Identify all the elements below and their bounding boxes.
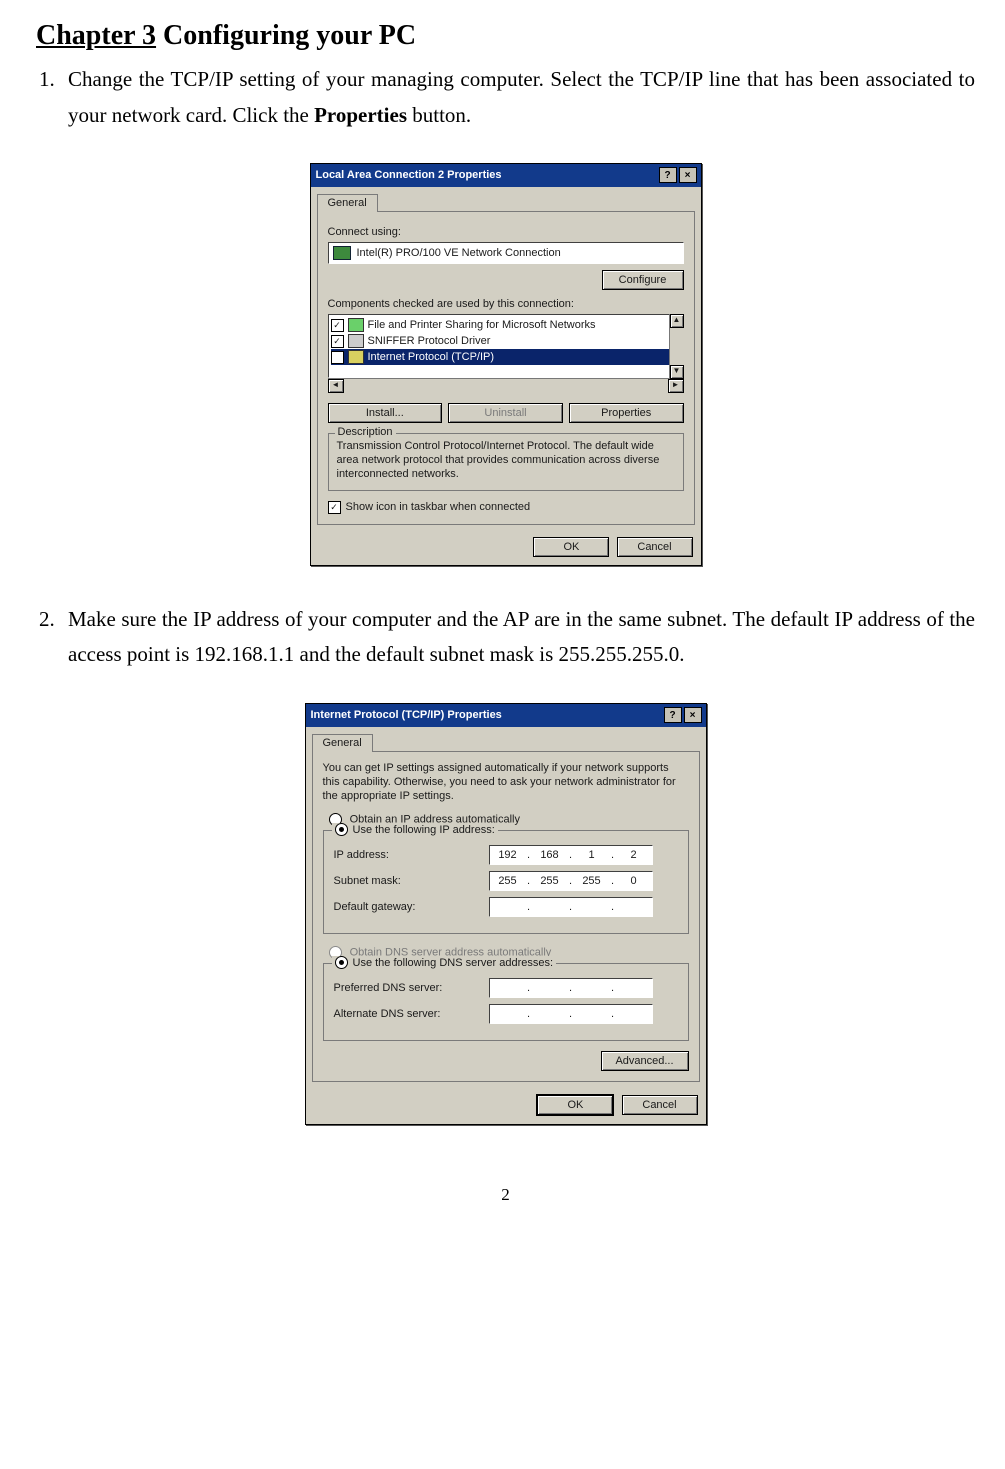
show-icon-label: Show icon in taskbar when connected: [346, 501, 531, 513]
scroll-right-icon[interactable]: ►: [668, 379, 684, 393]
chapter-title: Configuring your PC: [156, 20, 416, 51]
checkbox-icon[interactable]: ✓: [331, 351, 344, 364]
default-gateway-input[interactable]: . . .: [489, 897, 653, 917]
adapter-field: Intel(R) PRO/100 VE Network Connection: [328, 242, 684, 264]
radio-use-following[interactable]: [335, 823, 348, 836]
scroll-left-icon[interactable]: ◄: [328, 379, 344, 393]
tab-general[interactable]: General: [317, 194, 378, 212]
tab-general[interactable]: General: [312, 734, 373, 752]
radio-dns-manual[interactable]: [335, 956, 348, 969]
list-item-selected: ✓ Internet Protocol (TCP/IP): [331, 349, 681, 365]
chapter-heading: Chapter 3 Configuring your PC: [36, 20, 975, 52]
ip-manual-group: Use the following IP address: IP address…: [323, 830, 689, 934]
uninstall-button: Uninstall: [448, 403, 563, 423]
ip-label: IP address:: [334, 849, 489, 861]
configure-button[interactable]: Configure: [602, 270, 684, 290]
help-icon[interactable]: ?: [664, 707, 682, 723]
list-item: ✓ File and Printer Sharing for Microsoft…: [331, 317, 681, 333]
ok-button[interactable]: OK: [533, 537, 609, 557]
description-title: Description: [335, 426, 396, 438]
page-number: 2: [36, 1185, 975, 1205]
service-icon: [348, 318, 364, 332]
lan-properties-dialog: Local Area Connection 2 Properties ? × G…: [310, 163, 702, 565]
scroll-down-icon[interactable]: ▼: [670, 365, 684, 379]
subnet-mask-input[interactable]: 255. 255. 255. 0: [489, 871, 653, 891]
vertical-scrollbar[interactable]: ▲ ▼: [669, 314, 684, 379]
gateway-label: Default gateway:: [334, 901, 489, 913]
list-item: ✓ SNIFFER Protocol Driver: [331, 333, 681, 349]
protocol-icon: [348, 350, 364, 364]
nic-icon: [333, 246, 351, 260]
info-note: You can get IP settings assigned automat…: [323, 762, 689, 803]
checkbox-icon[interactable]: ✓: [331, 319, 344, 332]
dns-manual-group: Use the following DNS server addresses: …: [323, 963, 689, 1041]
scroll-up-icon[interactable]: ▲: [670, 314, 684, 328]
alternate-dns-label: Alternate DNS server:: [334, 1008, 489, 1020]
components-listbox[interactable]: ✓ File and Printer Sharing for Microsoft…: [328, 314, 684, 393]
properties-button[interactable]: Properties: [569, 403, 684, 423]
alternate-dns-input[interactable]: ...: [489, 1004, 653, 1024]
description-group: Description Transmission Control Protoco…: [328, 433, 684, 490]
step-1: Change the TCP/IP setting of your managi…: [60, 62, 975, 133]
horizontal-scrollbar[interactable]: ◄ ►: [328, 378, 684, 393]
description-text: Transmission Control Protocol/Internet P…: [337, 440, 675, 481]
tcpip-properties-dialog: Internet Protocol (TCP/IP) Properties ? …: [305, 703, 707, 1125]
components-label: Components checked are used by this conn…: [328, 298, 684, 310]
close-icon[interactable]: ×: [679, 167, 697, 183]
window-title: Local Area Connection 2 Properties: [316, 169, 502, 181]
close-icon[interactable]: ×: [684, 707, 702, 723]
titlebar[interactable]: Internet Protocol (TCP/IP) Properties ? …: [306, 704, 706, 727]
protocol-icon: [348, 334, 364, 348]
step-2: Make sure the IP address of your compute…: [60, 602, 975, 673]
chapter-number: Chapter 3: [36, 20, 156, 51]
help-icon[interactable]: ?: [659, 167, 677, 183]
cancel-button[interactable]: Cancel: [622, 1095, 698, 1115]
advanced-button[interactable]: Advanced...: [601, 1051, 689, 1071]
install-button[interactable]: Install...: [328, 403, 443, 423]
preferred-dns-label: Preferred DNS server:: [334, 982, 489, 994]
cancel-button[interactable]: Cancel: [617, 537, 693, 557]
subnet-label: Subnet mask:: [334, 875, 489, 887]
preferred-dns-input[interactable]: ...: [489, 978, 653, 998]
window-title: Internet Protocol (TCP/IP) Properties: [311, 709, 502, 721]
ok-button[interactable]: OK: [536, 1094, 614, 1116]
show-icon-checkbox[interactable]: ✓: [328, 501, 341, 514]
checkbox-icon[interactable]: ✓: [331, 335, 344, 348]
titlebar[interactable]: Local Area Connection 2 Properties ? ×: [311, 164, 701, 187]
adapter-name: Intel(R) PRO/100 VE Network Connection: [357, 247, 561, 259]
ip-address-input[interactable]: 192. 168. 1. 2: [489, 845, 653, 865]
connect-using-label: Connect using:: [328, 226, 684, 238]
